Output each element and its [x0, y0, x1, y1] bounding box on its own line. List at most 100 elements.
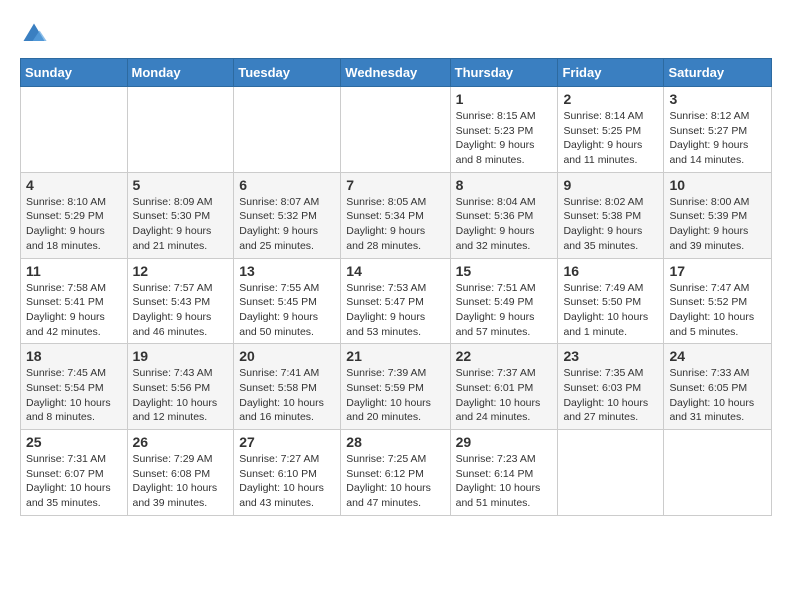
calendar-cell: 27 Sunrise: 7:27 AM Sunset: 6:10 PM Dayli… — [234, 430, 341, 516]
day-number: 5 — [133, 177, 229, 193]
day-number: 6 — [239, 177, 335, 193]
day-info: Sunrise: 7:58 AM Sunset: 5:41 PM Dayligh… — [26, 281, 122, 340]
calendar-table: SundayMondayTuesdayWednesdayThursdayFrid… — [20, 58, 772, 516]
day-info: Sunrise: 7:31 AM Sunset: 6:07 PM Dayligh… — [26, 452, 122, 511]
day-number: 12 — [133, 263, 229, 279]
header-friday: Friday — [558, 59, 664, 87]
day-info: Sunrise: 8:10 AM Sunset: 5:29 PM Dayligh… — [26, 195, 122, 254]
calendar-cell: 9 Sunrise: 8:02 AM Sunset: 5:38 PM Daylig… — [558, 172, 664, 258]
calendar-cell: 26 Sunrise: 7:29 AM Sunset: 6:08 PM Dayli… — [127, 430, 234, 516]
calendar-cell: 13 Sunrise: 7:55 AM Sunset: 5:45 PM Dayli… — [234, 258, 341, 344]
day-info: Sunrise: 7:33 AM Sunset: 6:05 PM Dayligh… — [669, 366, 766, 425]
week-row-0: 1 Sunrise: 8:15 AM Sunset: 5:23 PM Daylig… — [21, 87, 772, 173]
day-info: Sunrise: 7:43 AM Sunset: 5:56 PM Dayligh… — [133, 366, 229, 425]
calendar-cell: 15 Sunrise: 7:51 AM Sunset: 5:49 PM Dayli… — [450, 258, 558, 344]
week-row-3: 18 Sunrise: 7:45 AM Sunset: 5:54 PM Dayli… — [21, 344, 772, 430]
calendar-cell — [127, 87, 234, 173]
day-info: Sunrise: 8:12 AM Sunset: 5:27 PM Dayligh… — [669, 109, 766, 168]
calendar-cell: 10Sunrise: 8:00 AM Sunset: 5:39 PM Dayli… — [664, 172, 772, 258]
calendar-cell: 5 Sunrise: 8:09 AM Sunset: 5:30 PM Daylig… — [127, 172, 234, 258]
day-info: Sunrise: 7:57 AM Sunset: 5:43 PM Dayligh… — [133, 281, 229, 340]
calendar-cell — [234, 87, 341, 173]
week-row-2: 11 Sunrise: 7:58 AM Sunset: 5:41 PM Dayli… — [21, 258, 772, 344]
calendar-header: SundayMondayTuesdayWednesdayThursdayFrid… — [21, 59, 772, 87]
calendar-cell: 17Sunrise: 7:47 AM Sunset: 5:52 PM Dayli… — [664, 258, 772, 344]
day-info: Sunrise: 7:55 AM Sunset: 5:45 PM Dayligh… — [239, 281, 335, 340]
day-number: 13 — [239, 263, 335, 279]
header-monday: Monday — [127, 59, 234, 87]
calendar-cell: 16 Sunrise: 7:49 AM Sunset: 5:50 PM Dayli… — [558, 258, 664, 344]
header-wednesday: Wednesday — [341, 59, 450, 87]
header-row: SundayMondayTuesdayWednesdayThursdayFrid… — [21, 59, 772, 87]
day-number: 21 — [346, 348, 444, 364]
day-number: 4 — [26, 177, 122, 193]
calendar-cell: 22 Sunrise: 7:37 AM Sunset: 6:01 PM Dayli… — [450, 344, 558, 430]
calendar-cell: 19 Sunrise: 7:43 AM Sunset: 5:56 PM Dayli… — [127, 344, 234, 430]
calendar-cell: 25Sunrise: 7:31 AM Sunset: 6:07 PM Dayli… — [21, 430, 128, 516]
day-info: Sunrise: 8:02 AM Sunset: 5:38 PM Dayligh… — [563, 195, 658, 254]
calendar-cell: 2 Sunrise: 8:14 AM Sunset: 5:25 PM Daylig… — [558, 87, 664, 173]
day-info: Sunrise: 8:14 AM Sunset: 5:25 PM Dayligh… — [563, 109, 658, 168]
day-number: 23 — [563, 348, 658, 364]
header-sunday: Sunday — [21, 59, 128, 87]
day-number: 20 — [239, 348, 335, 364]
day-info: Sunrise: 8:09 AM Sunset: 5:30 PM Dayligh… — [133, 195, 229, 254]
calendar-cell: 24Sunrise: 7:33 AM Sunset: 6:05 PM Dayli… — [664, 344, 772, 430]
calendar-cell: 29 Sunrise: 7:23 AM Sunset: 6:14 PM Dayli… — [450, 430, 558, 516]
calendar-cell: 14 Sunrise: 7:53 AM Sunset: 5:47 PM Dayli… — [341, 258, 450, 344]
day-info: Sunrise: 7:41 AM Sunset: 5:58 PM Dayligh… — [239, 366, 335, 425]
day-info: Sunrise: 7:29 AM Sunset: 6:08 PM Dayligh… — [133, 452, 229, 511]
calendar-cell: 4 Sunrise: 8:10 AM Sunset: 5:29 PM Daylig… — [21, 172, 128, 258]
day-info: Sunrise: 7:27 AM Sunset: 6:10 PM Dayligh… — [239, 452, 335, 511]
week-row-1: 4 Sunrise: 8:10 AM Sunset: 5:29 PM Daylig… — [21, 172, 772, 258]
calendar-cell — [341, 87, 450, 173]
calendar-body: 1 Sunrise: 8:15 AM Sunset: 5:23 PM Daylig… — [21, 87, 772, 516]
day-number: 2 — [563, 91, 658, 107]
day-info: Sunrise: 7:25 AM Sunset: 6:12 PM Dayligh… — [346, 452, 444, 511]
day-number: 19 — [133, 348, 229, 364]
day-info: Sunrise: 7:35 AM Sunset: 6:03 PM Dayligh… — [563, 366, 658, 425]
day-info: Sunrise: 8:07 AM Sunset: 5:32 PM Dayligh… — [239, 195, 335, 254]
calendar-cell: 7 Sunrise: 8:05 AM Sunset: 5:34 PM Daylig… — [341, 172, 450, 258]
day-number: 26 — [133, 434, 229, 450]
day-number: 9 — [563, 177, 658, 193]
day-number: 1 — [456, 91, 553, 107]
day-number: 27 — [239, 434, 335, 450]
day-info: Sunrise: 8:00 AM Sunset: 5:39 PM Dayligh… — [669, 195, 766, 254]
calendar-cell: 23 Sunrise: 7:35 AM Sunset: 6:03 PM Dayli… — [558, 344, 664, 430]
calendar-cell: 21 Sunrise: 7:39 AM Sunset: 5:59 PM Dayli… — [341, 344, 450, 430]
calendar-cell: 8 Sunrise: 8:04 AM Sunset: 5:36 PM Daylig… — [450, 172, 558, 258]
day-number: 14 — [346, 263, 444, 279]
logo — [20, 20, 52, 48]
day-number: 15 — [456, 263, 553, 279]
day-number: 18 — [26, 348, 122, 364]
day-number: 11 — [26, 263, 122, 279]
day-number: 16 — [563, 263, 658, 279]
day-number: 7 — [346, 177, 444, 193]
day-number: 8 — [456, 177, 553, 193]
day-info: Sunrise: 7:39 AM Sunset: 5:59 PM Dayligh… — [346, 366, 444, 425]
day-info: Sunrise: 7:45 AM Sunset: 5:54 PM Dayligh… — [26, 366, 122, 425]
calendar-cell: 18 Sunrise: 7:45 AM Sunset: 5:54 PM Dayli… — [21, 344, 128, 430]
page-header — [20, 20, 772, 48]
calendar-cell — [664, 430, 772, 516]
day-info: Sunrise: 7:37 AM Sunset: 6:01 PM Dayligh… — [456, 366, 553, 425]
day-info: Sunrise: 7:49 AM Sunset: 5:50 PM Dayligh… — [563, 281, 658, 340]
day-info: Sunrise: 7:51 AM Sunset: 5:49 PM Dayligh… — [456, 281, 553, 340]
week-row-4: 25Sunrise: 7:31 AM Sunset: 6:07 PM Dayli… — [21, 430, 772, 516]
day-info: Sunrise: 7:53 AM Sunset: 5:47 PM Dayligh… — [346, 281, 444, 340]
calendar-cell: 11 Sunrise: 7:58 AM Sunset: 5:41 PM Dayli… — [21, 258, 128, 344]
day-info: Sunrise: 8:05 AM Sunset: 5:34 PM Dayligh… — [346, 195, 444, 254]
calendar-cell — [21, 87, 128, 173]
day-info: Sunrise: 7:23 AM Sunset: 6:14 PM Dayligh… — [456, 452, 553, 511]
day-number: 28 — [346, 434, 444, 450]
day-info: Sunrise: 7:47 AM Sunset: 5:52 PM Dayligh… — [669, 281, 766, 340]
day-number: 29 — [456, 434, 553, 450]
calendar-cell: 12 Sunrise: 7:57 AM Sunset: 5:43 PM Dayli… — [127, 258, 234, 344]
calendar-cell: 28 Sunrise: 7:25 AM Sunset: 6:12 PM Dayli… — [341, 430, 450, 516]
day-info: Sunrise: 8:15 AM Sunset: 5:23 PM Dayligh… — [456, 109, 553, 168]
calendar-cell: 20 Sunrise: 7:41 AM Sunset: 5:58 PM Dayli… — [234, 344, 341, 430]
day-number: 22 — [456, 348, 553, 364]
header-thursday: Thursday — [450, 59, 558, 87]
day-info: Sunrise: 8:04 AM Sunset: 5:36 PM Dayligh… — [456, 195, 553, 254]
